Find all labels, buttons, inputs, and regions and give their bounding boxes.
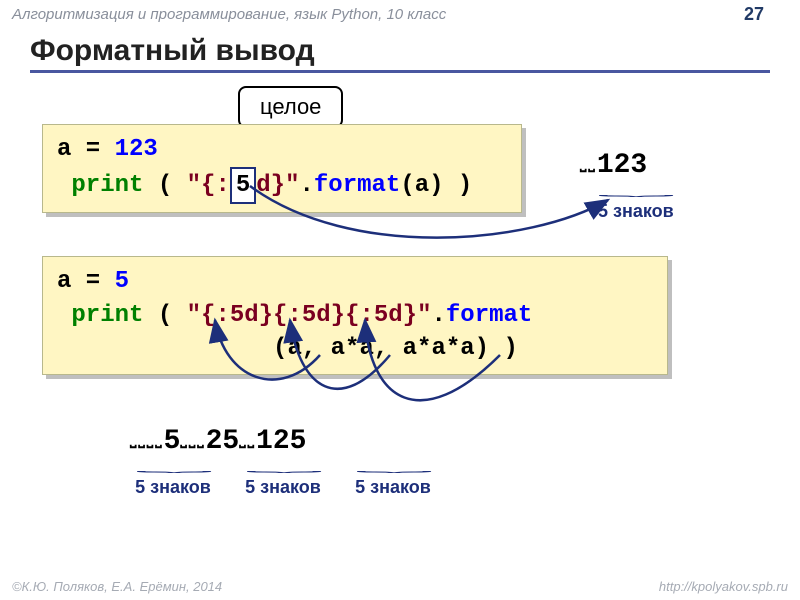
code-block-2: a = 5 print ( "{:5d}{:5d}{:5d}".format (… (42, 256, 668, 375)
curly-brace-icon: ⏟ (245, 460, 321, 473)
highlight-width-5: 5 (230, 167, 256, 205)
output-value: 5 (164, 426, 181, 457)
pad-markers: ⎵⎵⎵ (180, 431, 205, 449)
code-keyword: print (71, 172, 143, 199)
brace-group-2: ⏟⏟⏟ 5 знаков5 знаков5 знаков (118, 456, 448, 498)
code-keyword: print (71, 302, 143, 329)
code-text: a = (57, 136, 115, 163)
code-text: a = (57, 268, 115, 295)
output-2: ⎵⎵⎵⎵5⎵⎵⎵25⎵⎵125 (130, 426, 306, 457)
code-text: ( (143, 302, 186, 329)
output-1: ⎵⎵123 (580, 150, 647, 181)
callout-integer: целое (238, 86, 343, 128)
curly-brace-icon: ⏟ (598, 184, 674, 197)
code-line: (a, a*a, a*a*a) ) (57, 332, 653, 366)
code-string: d}" (256, 172, 299, 199)
code-number: 5 (115, 268, 129, 295)
brace-group-1: ⏟ 5 знаков (598, 180, 674, 222)
pad-markers: ⎵⎵⎵⎵ (130, 431, 164, 449)
code-text: . (299, 172, 313, 199)
slide: Алгоритмизация и программирование, язык … (0, 0, 800, 600)
footer-url: http://kpolyakov.spb.ru (659, 579, 788, 594)
code-text: (a, a*a, a*a*a) ) (57, 335, 518, 362)
code-string: "{: (187, 172, 230, 199)
width-label: 5 знаков (118, 477, 228, 498)
code-text: (a) ) (400, 172, 472, 199)
code-block-1: a = 123 print ( "{:5d}".format(a) ) (42, 124, 522, 213)
slide-title: Форматный вывод (30, 34, 770, 73)
footer-copyright: ©К.Ю. Поляков, Е.А. Ерёмин, 2014 (12, 579, 222, 594)
pad-markers: ⎵⎵ (580, 155, 597, 173)
width-label: 5 знаков (228, 477, 338, 498)
code-line: print ( "{:5d}".format(a) ) (57, 167, 507, 205)
code-line: a = 5 (57, 265, 653, 299)
code-string: "{:5d}{:5d}{:5d}" (187, 302, 432, 329)
code-text: . (431, 302, 445, 329)
code-line: a = 123 (57, 133, 507, 167)
width-label: 5 знаков (598, 201, 674, 221)
curly-brace-icon: ⏟ (355, 460, 431, 473)
code-line: print ( "{:5d}{:5d}{:5d}".format (57, 299, 653, 333)
course-header: Алгоритмизация и программирование, язык … (12, 6, 788, 23)
output-value: 125 (256, 426, 306, 457)
pad-markers: ⎵⎵ (239, 431, 256, 449)
width-label: 5 знаков (338, 477, 448, 498)
code-method: format (446, 302, 532, 329)
page-number: 27 (744, 4, 764, 25)
output-value: 123 (597, 150, 647, 181)
code-number: 123 (115, 136, 158, 163)
output-value: 25 (206, 426, 240, 457)
code-method: format (314, 172, 400, 199)
curly-brace-icon: ⏟ (135, 460, 211, 473)
code-text: ( (143, 172, 186, 199)
